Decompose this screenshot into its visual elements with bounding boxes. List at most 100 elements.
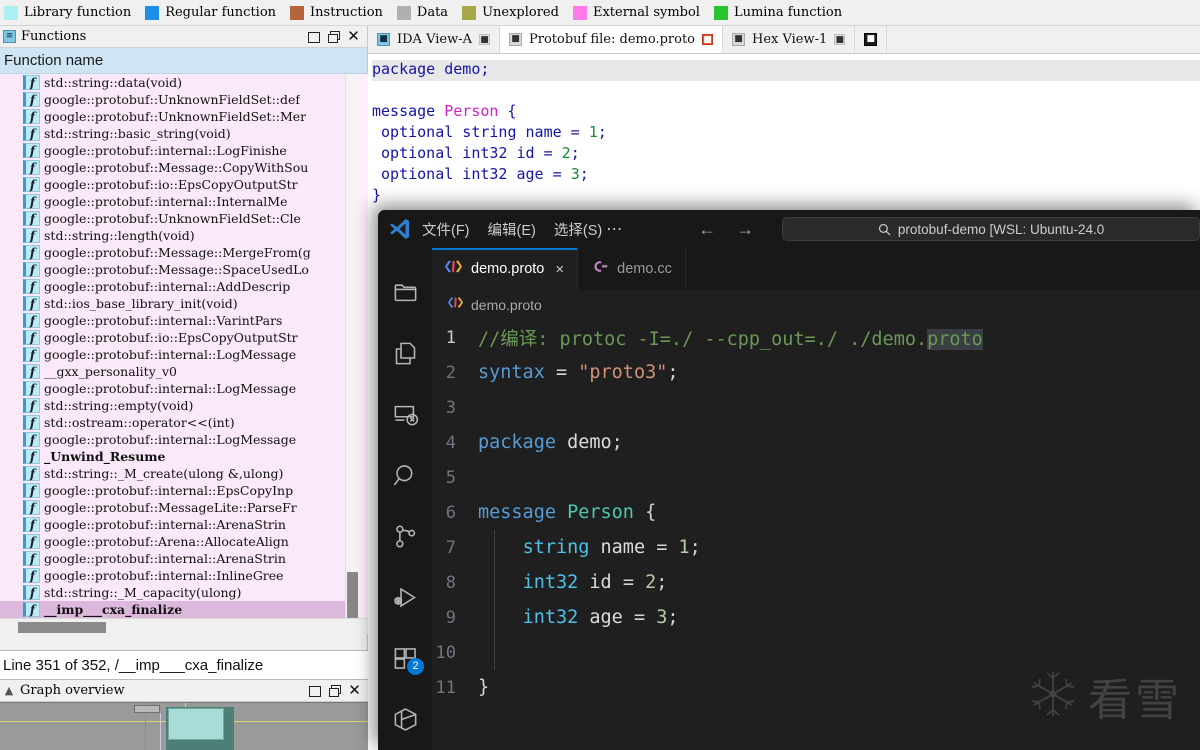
source-control-icon[interactable]	[378, 506, 432, 567]
function-list-row[interactable]: f std::ios_base_library_init(void)	[0, 295, 352, 312]
code-token: {	[633, 502, 657, 523]
function-list-row[interactable]: f google::protobuf::internal::LogMessage	[0, 431, 352, 448]
close-icon[interactable]: ■	[834, 34, 846, 45]
close-icon[interactable]: ✕	[347, 29, 360, 44]
nav-forward-icon[interactable]: →	[736, 219, 754, 240]
function-list-row[interactable]: f google::protobuf::Message::SpaceUsedLo	[0, 261, 352, 278]
function-list-row[interactable]: f google::protobuf::Message::CopyWithSou	[0, 159, 352, 176]
code-token: {	[498, 102, 517, 120]
function-list-row[interactable]: f std::string::length(void)	[0, 227, 352, 244]
menu-overflow-icon[interactable]: ⋯	[602, 219, 626, 239]
function-list-row[interactable]: f google::protobuf::internal::LogFinishe	[0, 142, 352, 159]
scrollbar-thumb[interactable]	[347, 572, 358, 624]
function-list-row[interactable]: f google::protobuf::Arena::AllocateAlign	[0, 533, 352, 550]
function-list-row[interactable]: f google::protobuf::internal::ArenaStrin	[0, 516, 352, 533]
graph-overview-canvas[interactable]	[0, 702, 368, 750]
function-list-row[interactable]: f std::string::basic_string(void)	[0, 125, 352, 142]
function-list-row[interactable]: f google::protobuf::internal::ArenaStrin	[0, 550, 352, 567]
ida-tab-label: IDA View-A	[397, 32, 472, 47]
function-list-row[interactable]: f __imp___cxa_finalize	[0, 601, 352, 618]
function-list-row[interactable]: f google::protobuf::Message::MergeFrom(g	[0, 244, 352, 261]
code-token: proto	[927, 328, 983, 350]
function-list-row[interactable]: f std::string::empty(void)	[0, 397, 352, 414]
nav-back-icon[interactable]: ←	[698, 219, 716, 240]
hscrollbar-thumb[interactable]	[18, 622, 106, 633]
function-list-row[interactable]: f google::protobuf::UnknownFieldSet::Cle	[0, 210, 352, 227]
copy-files-icon[interactable]	[378, 323, 432, 384]
function-list-row[interactable]: f std::string::data(void)	[0, 74, 352, 91]
function-list-row[interactable]: f google::protobuf::internal::EpsCopyInp	[0, 482, 352, 499]
function-icon: f	[23, 398, 40, 413]
function-list-row[interactable]: f _Unwind_Resume	[0, 448, 352, 465]
function-list-row[interactable]: f std::string::_M_capacity(ulong)	[0, 584, 352, 601]
close-icon[interactable]: ■	[479, 34, 490, 45]
function-list[interactable]: f std::string::data(void) f google::protobu…	[0, 74, 368, 634]
line-number: 10	[435, 642, 456, 663]
function-icon: f	[23, 313, 40, 328]
function-name: google::protobuf::internal::EpsCopyInp	[44, 483, 294, 498]
restore-icon[interactable]	[327, 30, 340, 43]
explorer-icon[interactable]	[378, 262, 432, 323]
remote-explorer-icon[interactable]	[378, 384, 432, 445]
ida-tab-overflow[interactable]: ■	[855, 26, 888, 53]
function-list-row[interactable]: f __gxx_personality_v0	[0, 363, 352, 380]
run-and-debug-icon[interactable]	[378, 567, 432, 628]
menu-item[interactable]: 文件(F)	[422, 219, 470, 240]
function-list-row[interactable]: f google::protobuf::internal::InternalMe	[0, 193, 352, 210]
menu-item[interactable]: 选择(S)	[554, 219, 602, 240]
vscode-window: 文件(F) 编辑(E) 选择(S) ⋯ ← → protobuf-demo [WSL…	[378, 210, 1200, 750]
ida-tab-label: Hex View-1	[752, 32, 828, 47]
restore-icon[interactable]	[328, 684, 341, 697]
function-list-row[interactable]: f google::protobuf::internal::LogMessage	[0, 380, 352, 397]
function-list-row[interactable]: f google::protobuf::UnknownFieldSet::Mer	[0, 108, 352, 125]
menu-item[interactable]: 编辑(E)	[488, 219, 536, 240]
function-name-column-header[interactable]: Function name	[0, 48, 367, 74]
legend-swatch	[4, 5, 18, 20]
vscode-editor-area: demo.proto × demo.cc demo.proto 1 //编译: pro…	[432, 248, 1200, 750]
editor-line: 8 int32 id = 2;	[432, 565, 1200, 600]
function-list-row[interactable]: f google::protobuf::UnknownFieldSet::def	[0, 91, 352, 108]
close-icon[interactable]: ✕	[348, 683, 361, 698]
function-list-row[interactable]: f google::protobuf::io::EpsCopyOutputStr	[0, 176, 352, 193]
line-number: 8	[445, 572, 456, 593]
editor-tab[interactable]: demo.cc	[578, 248, 686, 290]
code-editor[interactable]: 1 //编译: protoc -I=./ --cpp_out=./ ./demo.…	[432, 320, 1200, 750]
extensions-icon[interactable]: 2	[378, 628, 432, 689]
function-list-row[interactable]: f std::ostream::operator<<(int)	[0, 414, 352, 431]
legend-label: Instruction	[310, 5, 383, 20]
close-icon[interactable]: ■	[702, 33, 713, 45]
proto-code-line	[372, 81, 1200, 102]
function-list-row[interactable]: f std::string::_M_create(ulong &,ulong)	[0, 465, 352, 482]
ida-tab[interactable]: ■ IDA View-A ■	[368, 26, 500, 53]
function-list-row[interactable]: f google::protobuf::MessageLite::ParseFr	[0, 499, 352, 516]
quick-open-search[interactable]: protobuf-demo [WSL: Ubuntu-24.0	[782, 217, 1200, 241]
function-list-hscrollbar[interactable]	[0, 618, 368, 634]
search-icon[interactable]	[378, 445, 432, 506]
function-list-scrollbar[interactable]	[345, 74, 358, 634]
function-icon: f	[23, 483, 40, 498]
function-list-row[interactable]: f google::protobuf::internal::AddDescrip	[0, 278, 352, 295]
function-list-row[interactable]: f google::protobuf::internal::InlineGree	[0, 567, 352, 584]
function-icon: f	[23, 160, 40, 175]
line-number: 7	[445, 537, 456, 558]
function-icon: f	[23, 602, 40, 617]
ida-tab[interactable]: ■ Hex View-1 ■	[723, 26, 856, 53]
ida-tab[interactable]: ■ Protobuf file: demo.proto ■	[500, 26, 723, 53]
maximize-icon[interactable]	[308, 684, 321, 697]
maximize-icon[interactable]	[307, 30, 320, 43]
vscode-navigation: ← →	[698, 219, 754, 240]
function-list-row[interactable]: f google::protobuf::io::EpsCopyOutputStr	[0, 329, 352, 346]
code-token: 2	[561, 144, 571, 162]
editor-tab[interactable]: demo.proto ×	[432, 248, 579, 290]
cube-icon[interactable]	[378, 689, 432, 750]
function-icon: f	[23, 432, 40, 447]
breadcrumb[interactable]: demo.proto	[432, 290, 1200, 320]
function-list-row[interactable]: f google::protobuf::internal::VarintPars	[0, 312, 352, 329]
function-icon: f	[23, 245, 40, 260]
function-name: google::protobuf::UnknownFieldSet::Cle	[44, 211, 301, 226]
vscode-activity-bar: 2	[378, 248, 432, 750]
function-list-row[interactable]: f google::protobuf::internal::LogMessage	[0, 346, 352, 363]
function-name: std::string::basic_string(void)	[44, 126, 231, 141]
close-icon[interactable]: ×	[555, 261, 564, 278]
